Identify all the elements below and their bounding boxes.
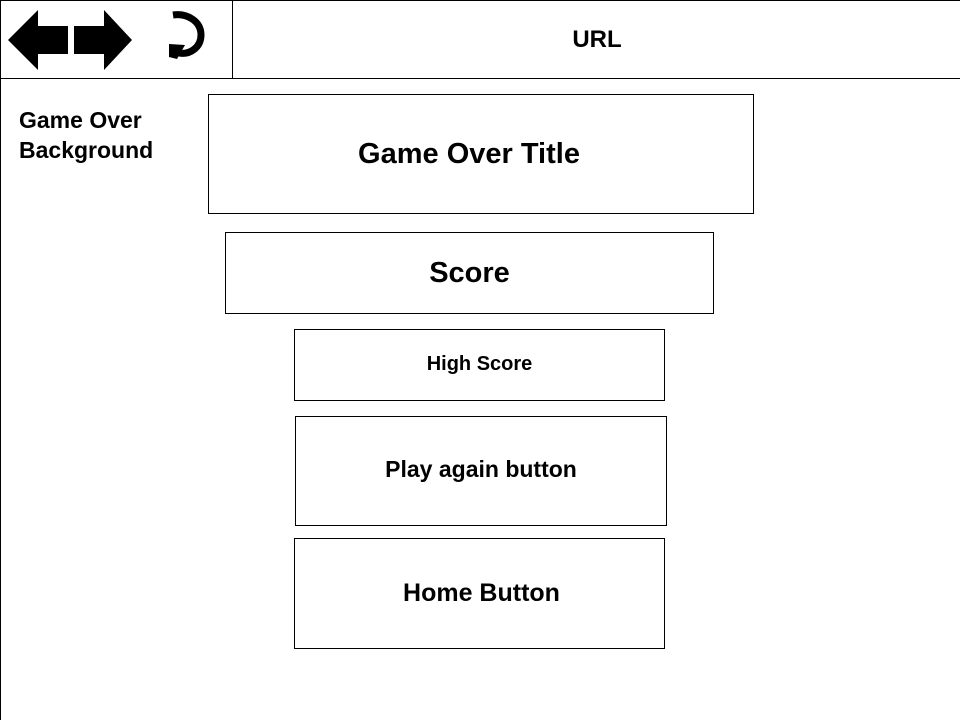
game-over-title: Game Over Title bbox=[208, 94, 754, 214]
high-score-text: High Score bbox=[426, 352, 533, 375]
home-button-label: Home Button bbox=[403, 579, 560, 607]
background-label: Game Over Background bbox=[19, 107, 154, 163]
score-text: Score bbox=[429, 256, 510, 289]
url-label: URL bbox=[572, 25, 622, 53]
game-over-title-text: Game Over Title bbox=[358, 137, 580, 170]
refresh-icon[interactable] bbox=[163, 11, 209, 61]
wireframe-frame: URL Game Over Background Game Over Title… bbox=[0, 0, 960, 720]
play-again-label: Play again button bbox=[385, 455, 577, 482]
play-again-button[interactable]: Play again button bbox=[295, 416, 667, 526]
browser-nav-controls bbox=[1, 1, 233, 79]
score-display: Score bbox=[225, 232, 714, 314]
forward-arrow-icon[interactable] bbox=[73, 9, 133, 71]
back-arrow-icon[interactable] bbox=[7, 9, 69, 71]
url-bar[interactable]: URL bbox=[233, 1, 960, 79]
high-score-display: High Score bbox=[294, 329, 665, 401]
home-button[interactable]: Home Button bbox=[294, 538, 665, 649]
